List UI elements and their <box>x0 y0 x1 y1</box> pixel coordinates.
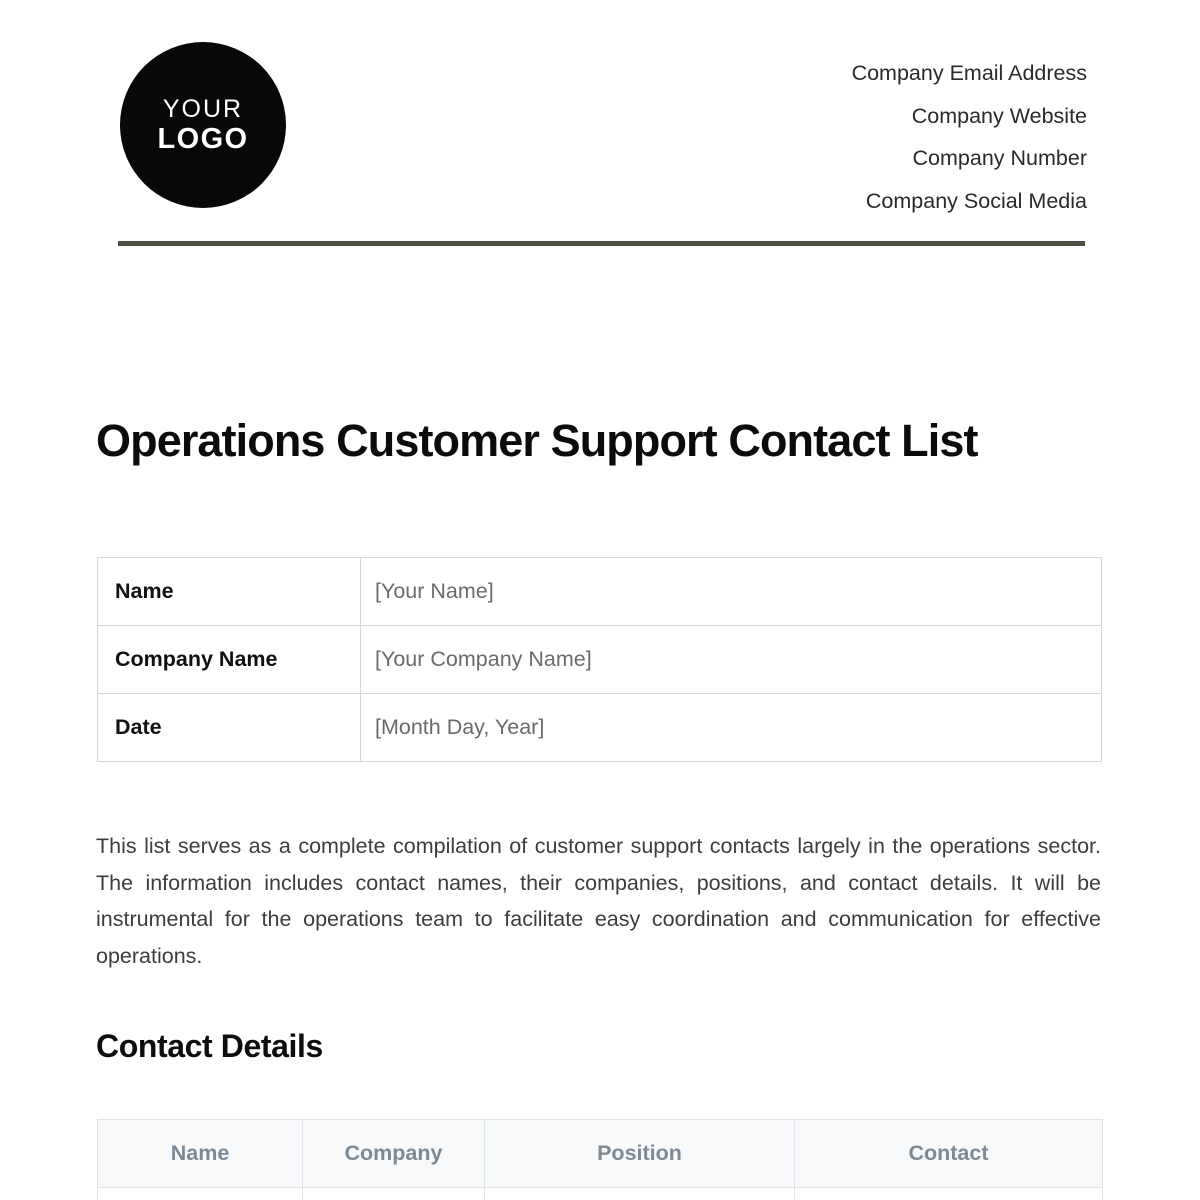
company-email-address: Company Email Address <box>851 61 1087 85</box>
column-header-name: Name <box>97 1119 303 1188</box>
document-page: YOUR LOGO Company Email Address Company … <box>0 0 1200 1200</box>
table-header-row: Name Company Position Contact <box>97 1119 1103 1188</box>
info-label-date: Date <box>97 693 361 762</box>
table-row: Name [Your Name] <box>97 557 1102 626</box>
table-row: Date [Month Day, Year] <box>97 693 1102 762</box>
document-info-table: Name [Your Name] Company Name [Your Comp… <box>97 557 1102 762</box>
column-header-company: Company <box>302 1119 485 1188</box>
column-header-position: Position <box>484 1119 795 1188</box>
cell-name[interactable] <box>97 1187 303 1200</box>
company-logo: YOUR LOGO <box>120 42 286 208</box>
page-title: Operations Customer Support Contact List <box>96 415 978 466</box>
info-value-date[interactable]: [Month Day, Year] <box>360 693 1102 762</box>
company-website: Company Website <box>911 103 1087 128</box>
info-label-name: Name <box>97 557 361 626</box>
company-contact-block: Company Email Address Company Website Co… <box>852 52 1087 222</box>
cell-company[interactable] <box>302 1187 485 1200</box>
table-row <box>97 1187 1103 1200</box>
cell-contact[interactable] <box>794 1187 1103 1200</box>
cell-position[interactable] <box>484 1187 795 1200</box>
column-header-contact: Contact <box>794 1119 1103 1188</box>
intro-paragraph: This list serves as a complete compilati… <box>96 834 1101 968</box>
contact-details-table: Name Company Position Contact <box>97 1119 1103 1200</box>
logo-text-your: YOUR <box>162 94 244 123</box>
header-divider <box>118 241 1085 246</box>
info-value-company-name[interactable]: [Your Company Name] <box>360 625 1102 694</box>
info-label-company-name: Company Name <box>97 625 361 694</box>
company-social-media: Company Social Media <box>865 188 1087 213</box>
table-row: Company Name [Your Company Name] <box>97 625 1102 694</box>
section-heading-contact-details: Contact Details <box>96 1028 323 1064</box>
document-header: YOUR LOGO Company Email Address Company … <box>0 0 1200 260</box>
company-number: Company Number <box>912 146 1087 170</box>
info-value-name[interactable]: [Your Name] <box>360 557 1102 626</box>
logo-text-logo: LOGO <box>157 122 249 155</box>
